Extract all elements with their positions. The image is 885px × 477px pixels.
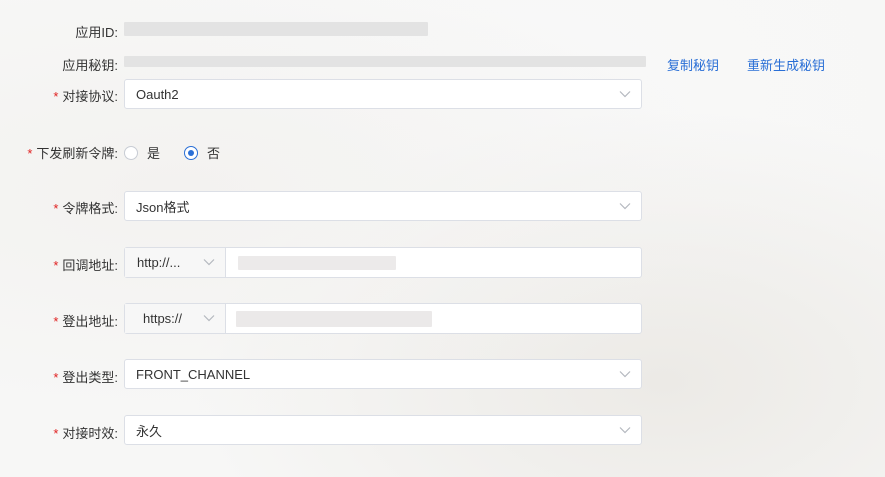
regenerate-secret-link[interactable]: 重新生成秘钥 (747, 55, 825, 74)
token-format-label-text: 令牌格式: (62, 201, 118, 216)
radio-yes-label: 是 (147, 146, 161, 161)
logout-url-input[interactable] (226, 304, 641, 333)
radio-yes[interactable]: 是 (124, 143, 160, 162)
app-id-value-redacted (124, 22, 428, 36)
required-asterisk: * (53, 370, 59, 385)
callback-label: * 回调地址: (0, 255, 118, 274)
callback-url-field: http://... (124, 247, 642, 278)
protocol-value: Oauth2 (136, 86, 179, 102)
logout-type-select[interactable]: FRONT_CHANNEL (124, 359, 642, 389)
callback-url-input[interactable] (226, 248, 641, 277)
radio-no[interactable]: 否 (184, 143, 220, 162)
validity-value: 永久 (136, 423, 163, 439)
chevron-down-icon (619, 88, 631, 100)
app-id-label: 应用ID: (75, 25, 118, 40)
chevron-down-icon (619, 424, 631, 436)
chevron-down-icon (619, 368, 631, 380)
app-secret-value-redacted (124, 56, 646, 67)
required-asterisk: * (53, 258, 59, 273)
refresh-token-label: * 下发刷新令牌: (0, 143, 118, 162)
required-asterisk: * (53, 426, 59, 441)
logout-scheme-value: https:// (143, 311, 183, 326)
token-format-select[interactable]: Json格式 (124, 191, 642, 221)
token-format-value: Json格式 (136, 199, 190, 215)
chevron-down-icon (203, 256, 215, 268)
callback-label-text: 回调地址: (62, 258, 118, 273)
validity-label: * 对接时效: (0, 423, 118, 442)
callback-url-redacted (238, 256, 396, 270)
logout-type-value: FRONT_CHANNEL (136, 366, 251, 382)
protocol-select[interactable]: Oauth2 (124, 79, 642, 109)
required-asterisk: * (53, 201, 59, 216)
callback-scheme-select[interactable]: http://... (125, 248, 226, 277)
callback-scheme-value: http://... (137, 255, 181, 270)
chevron-down-icon (619, 200, 631, 212)
radio-no-circle[interactable] (184, 145, 199, 160)
required-asterisk: * (53, 314, 59, 329)
refresh-token-label-text: 下发刷新令牌: (36, 146, 118, 161)
protocol-label-text: 对接协议: (62, 89, 118, 104)
chevron-down-icon (203, 312, 215, 324)
logout-type-label: * 登出类型: (0, 367, 118, 386)
refresh-token-radio-group: 是 否 (124, 143, 244, 162)
validity-select[interactable]: 永久 (124, 415, 642, 445)
logout-url-field: https:// (124, 303, 642, 334)
app-secret-label: 应用秘钥: (62, 58, 118, 73)
logout-scheme-select[interactable]: https:// (125, 304, 226, 333)
copy-secret-link[interactable]: 复制秘钥 (667, 55, 719, 74)
logout-url-label-text: 登出地址: (62, 314, 118, 329)
token-format-label: * 令牌格式: (0, 198, 118, 217)
radio-no-label: 否 (207, 146, 221, 161)
logout-url-label: * 登出地址: (0, 311, 118, 330)
required-asterisk: * (53, 89, 59, 104)
validity-label-text: 对接时效: (62, 426, 118, 441)
logout-url-redacted (236, 311, 432, 327)
protocol-label: * 对接协议: (0, 86, 118, 105)
logout-type-label-text: 登出类型: (62, 370, 118, 385)
required-asterisk: * (27, 146, 33, 161)
radio-yes-circle[interactable] (124, 145, 138, 160)
